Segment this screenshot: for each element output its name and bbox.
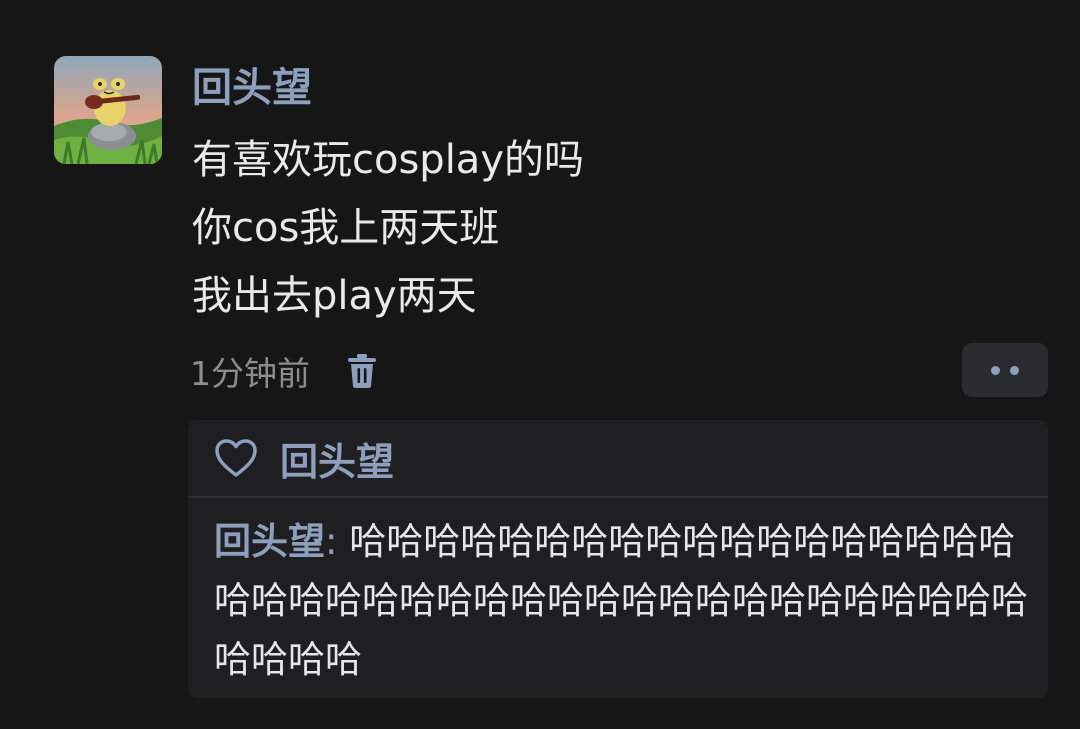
more-dots-icon [991, 365, 1000, 375]
message-line: 我出去play两天 [192, 273, 477, 319]
interaction-panel: 回头望 回头望: 哈哈哈哈哈哈哈哈哈哈哈哈哈哈哈哈哈哈哈哈哈哈哈哈哈哈哈哈哈哈哈… [188, 420, 1048, 698]
post-timestamp: 1分钟前 [190, 354, 310, 393]
heart-outline-icon [214, 438, 258, 478]
trash-icon [348, 354, 376, 388]
moment-post: 回头望 有喜欢玩cosplay的吗 你cos我上两天班 我出去play两天 1分… [0, 0, 1080, 729]
comment-author[interactable]: 回头望 [214, 520, 325, 563]
avatar[interactable] [54, 56, 162, 164]
delete-button[interactable] [344, 351, 380, 391]
comment[interactable]: 回头望: 哈哈哈哈哈哈哈哈哈哈哈哈哈哈哈哈哈哈哈哈哈哈哈哈哈哈哈哈哈哈哈哈哈哈哈… [214, 512, 1034, 689]
comment-separator: : [325, 520, 350, 563]
more-button[interactable] [962, 343, 1048, 397]
message-line: 有喜欢玩cosplay的吗 [192, 137, 584, 183]
liker-name[interactable]: 回头望 [280, 431, 394, 486]
post-message: 有喜欢玩cosplay的吗 你cos我上两天班 我出去play两天 [192, 126, 584, 330]
post-meta: 1分钟前 [190, 345, 380, 397]
message-line: 你cos我上两天班 [192, 205, 500, 251]
likes-row: 回头望 [188, 420, 1048, 498]
more-dots-icon [1010, 365, 1019, 375]
post-author-name[interactable]: 回头望 [192, 60, 312, 116]
frog-ukulele-avatar-icon [54, 56, 162, 164]
